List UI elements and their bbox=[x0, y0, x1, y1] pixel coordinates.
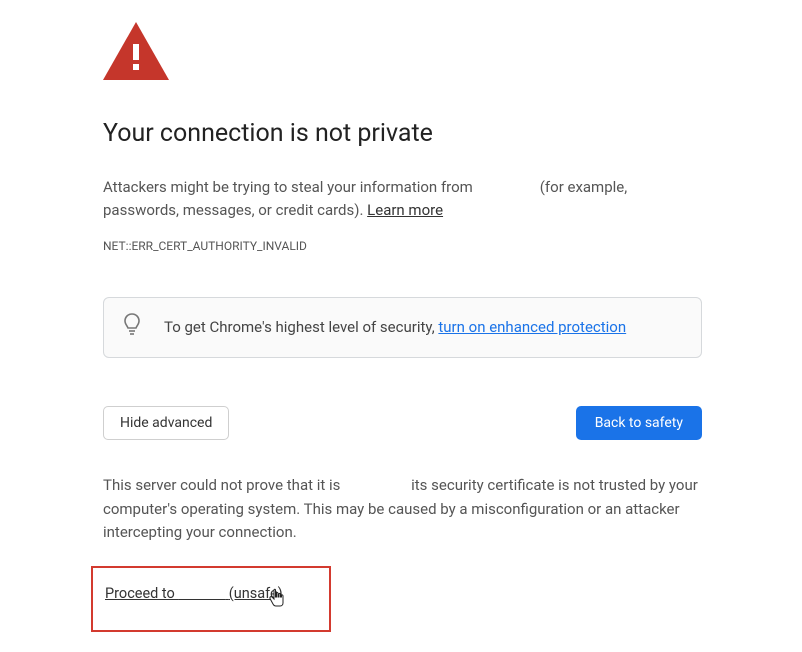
proceed-unsafe-link[interactable]: Proceed to (unsafe) bbox=[105, 585, 283, 602]
enhanced-protection-tip: To get Chrome's highest level of securit… bbox=[103, 297, 702, 358]
explain-part-1: This server could not prove that it is bbox=[103, 476, 344, 494]
warning-triangle-icon bbox=[103, 22, 702, 87]
back-to-safety-button[interactable]: Back to safety bbox=[576, 406, 702, 440]
warning-body-hostname bbox=[477, 178, 537, 196]
explain-hostname bbox=[344, 476, 407, 494]
warning-body-part-1: Attackers might be trying to steal your … bbox=[103, 178, 477, 196]
hide-advanced-button[interactable]: Hide advanced bbox=[103, 406, 229, 440]
tip-prefix: To get Chrome's highest level of securit… bbox=[164, 318, 438, 336]
proceed-hostname bbox=[178, 585, 225, 602]
warning-body: Attackers might be trying to steal your … bbox=[103, 176, 702, 223]
enhanced-protection-link[interactable]: turn on enhanced protection bbox=[438, 318, 626, 336]
lightbulb-icon bbox=[122, 312, 142, 343]
page-title: Your connection is not private bbox=[103, 115, 702, 154]
proceed-part-1: Proceed to bbox=[105, 585, 178, 602]
error-code: NET::ERR_CERT_AUTHORITY_INVALID bbox=[103, 237, 702, 256]
proceed-part-2: (unsafe) bbox=[229, 585, 283, 602]
proceed-highlight-box: Proceed to (unsafe) bbox=[91, 566, 331, 631]
learn-more-link[interactable]: Learn more bbox=[367, 201, 443, 219]
certificate-explanation: This server could not prove that it is i… bbox=[103, 474, 702, 544]
